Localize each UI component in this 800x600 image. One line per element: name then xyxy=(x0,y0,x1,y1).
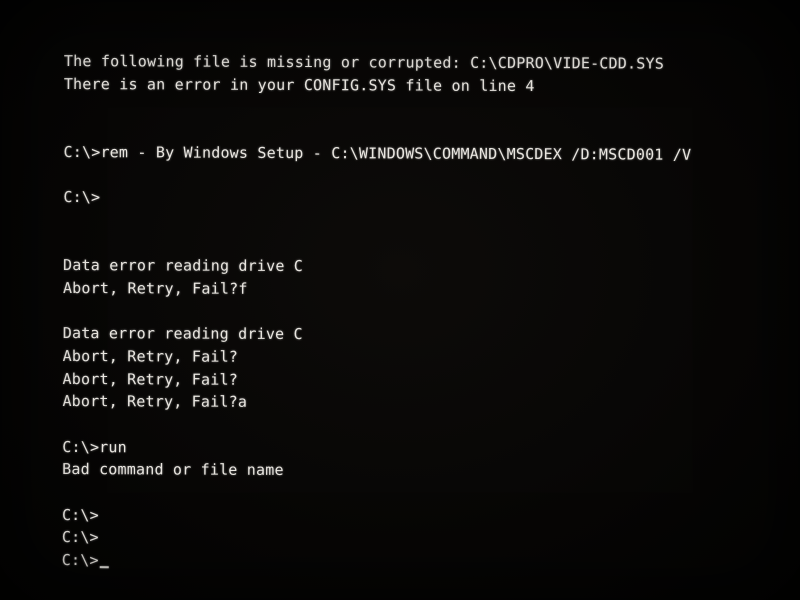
terminal-output[interactable]: The following file is missing or corrupt… xyxy=(62,50,784,575)
terminal-line: The following file is missing or corrupt… xyxy=(63,51,664,73)
terminal-line: C:\>run xyxy=(62,437,127,456)
dos-screen: The following file is missing or corrupt… xyxy=(0,0,800,600)
terminal-line: Abort, Retry, Fail?a xyxy=(62,392,248,412)
terminal-line: C:\> xyxy=(63,188,101,207)
terminal-line: C:\> xyxy=(61,528,99,547)
terminal-line: Abort, Retry, Fail?f xyxy=(62,278,248,298)
terminal-line: C:\> xyxy=(61,505,99,524)
terminal-line: Abort, Retry, Fail? xyxy=(62,346,239,366)
terminal-line: There is an error in your CONFIG.SYS fil… xyxy=(63,74,535,95)
terminal-line: Data error reading drive C xyxy=(62,324,303,344)
terminal-line: C:\>rem - By Windows Setup - C:\WINDOWS\… xyxy=(63,142,692,164)
terminal-line: Data error reading drive C xyxy=(63,256,304,276)
text-cursor xyxy=(99,566,109,569)
command-prompt: C:\> xyxy=(61,551,99,570)
terminal-line: Abort, Retry, Fail? xyxy=(62,369,238,389)
terminal-line: Bad command or file name xyxy=(62,460,284,480)
command-prompt-line[interactable]: C:\> xyxy=(62,549,782,575)
